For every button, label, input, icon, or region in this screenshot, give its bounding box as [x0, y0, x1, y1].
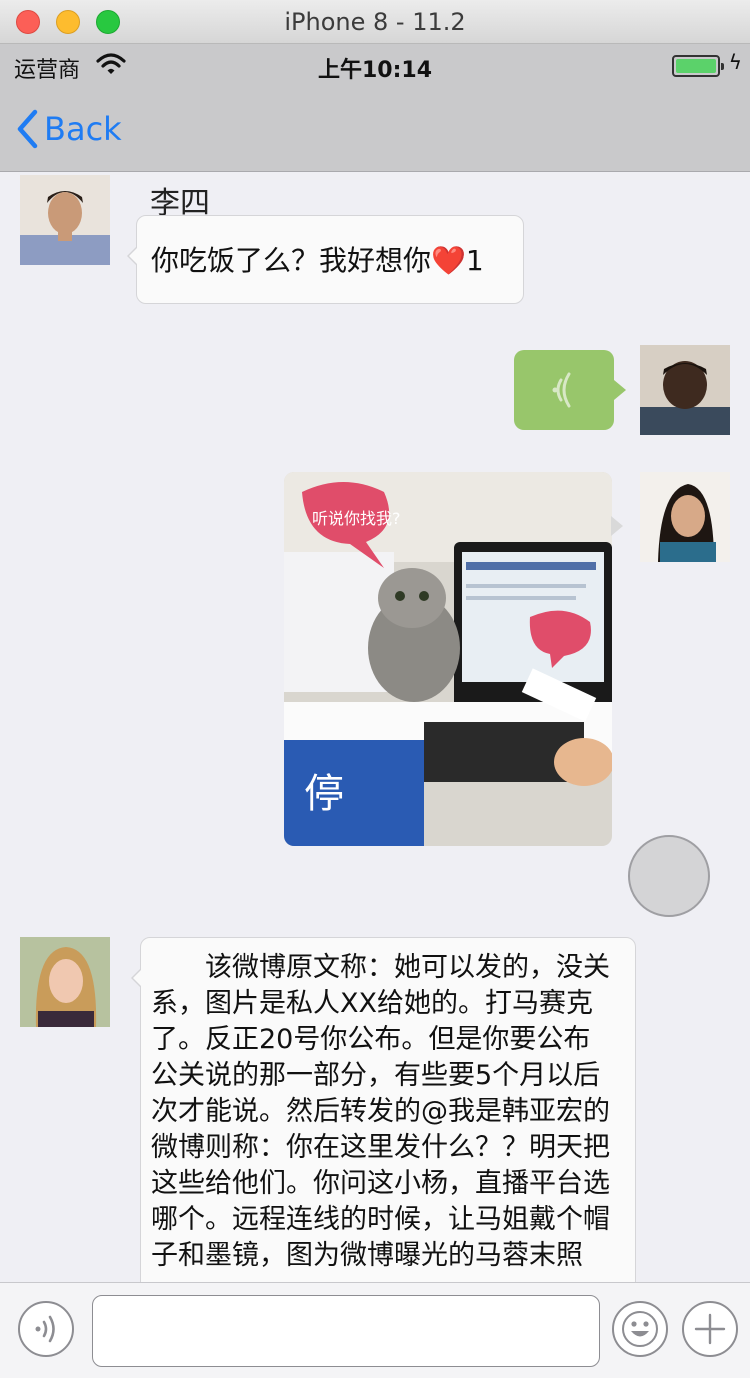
- emoji-button[interactable]: [612, 1301, 668, 1357]
- plus-icon: [694, 1313, 726, 1345]
- status-bar: 运营商 上午10:14 ϟ: [0, 44, 750, 86]
- text-message-bubble[interactable]: 你吃饭了么？我好想你❤️1: [127, 215, 524, 304]
- image-bubble-tail: [611, 516, 623, 536]
- smiley-icon: [622, 1311, 658, 1347]
- image-caption: 听说你找我?: [312, 509, 401, 528]
- navigation-bar: Back: [0, 86, 750, 172]
- back-label: Back: [44, 110, 122, 148]
- charging-icon: ϟ: [728, 50, 742, 74]
- voice-input-button[interactable]: [18, 1301, 74, 1357]
- message-text: 你吃饭了么？我好想你❤️1: [151, 244, 484, 277]
- voice-wave-icon: [552, 372, 571, 408]
- chevron-left-icon: [17, 109, 38, 149]
- message-input[interactable]: [92, 1295, 600, 1367]
- simulator-window: iPhone 8 - 11.2 运营商 上午10:14 ϟ Back 李四 你吃…: [0, 0, 750, 1378]
- window-titlebar: iPhone 8 - 11.2: [0, 0, 750, 44]
- avatar[interactable]: [640, 472, 730, 562]
- message-text: 该微博原文称：她可以发的，没关系，图片是私人XX给她的。打马赛克了。反正20号你…: [151, 952, 610, 1271]
- battery-icon: [672, 55, 724, 77]
- avatar[interactable]: [20, 175, 110, 265]
- avatar[interactable]: [20, 937, 110, 1027]
- message-input-bar: [0, 1282, 750, 1378]
- voice-wave-icon: [35, 1315, 55, 1343]
- text-message-bubble[interactable]: 该微博原文称：她可以发的，没关系，图片是私人XX给她的。打马赛克了。反正20号你…: [131, 937, 636, 1282]
- add-attachment-button[interactable]: [682, 1301, 738, 1357]
- avatar[interactable]: [640, 345, 730, 435]
- chat-message-list[interactable]: 李四 你吃饭了么？我好想你❤️1 听说你找我? 停 该微博原文称：她可以发的，没…: [0, 172, 750, 1282]
- window-title: iPhone 8 - 11.2: [284, 8, 466, 36]
- svg-text:停: 停: [304, 771, 344, 817]
- voice-message-bubble[interactable]: [514, 350, 626, 430]
- back-button[interactable]: Back: [16, 106, 122, 152]
- floating-action-button[interactable]: [628, 835, 710, 917]
- image-message-bubble[interactable]: 听说你找我? 停: [284, 472, 612, 846]
- status-time: 上午10:14: [317, 58, 433, 83]
